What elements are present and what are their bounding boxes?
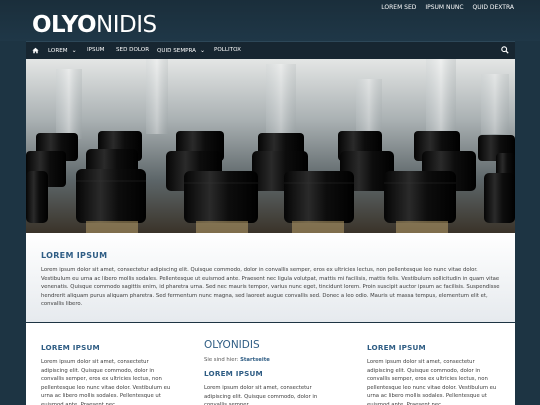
column-right: LOREM IPSUM Lorem ipsum dolor sit amet, … — [367, 343, 497, 405]
nav-item-lorem-label: LOREM — [48, 48, 68, 54]
breadcrumb: Sie sind hier: Startseite — [204, 357, 334, 363]
nav-item-ipsum[interactable]: IPSUM — [87, 42, 105, 59]
column-middle: OLYONIDIS Sie sind hier: Startseite LORE… — [204, 339, 334, 405]
hero-image — [26, 59, 515, 233]
topnav-link-quid-dextra[interactable]: QUID DEXTRA — [472, 4, 514, 11]
intro-section: LOREM IPSUM Lorem ipsum dolor sit amet, … — [26, 233, 515, 322]
chevron-down-icon: ⌄ — [200, 47, 206, 54]
breadcrumb-prefix: Sie sind hier: — [204, 357, 239, 363]
logo-light-text: NIDIS — [96, 12, 157, 38]
site-logo[interactable]: OLYONIDIS — [32, 11, 157, 39]
nav-item-sed-dolor-label: SED DOLOR — [116, 47, 150, 53]
column-left: LOREM IPSUM Lorem ipsum dolor sit amet, … — [41, 343, 171, 405]
nav-item-quid-sempra[interactable]: QUID SEMPRA ⌄ — [157, 42, 205, 59]
nav-item-pollitox[interactable]: POLLITOX — [214, 42, 241, 59]
site-header: OLYONIDIS LOREM SED IPSUM NUNC QUID DEXT… — [0, 0, 540, 41]
nav-item-quid-sempra-label: QUID SEMPRA — [157, 48, 197, 54]
column-right-text: Lorem ipsum dolor sit amet, consectetur … — [367, 359, 497, 405]
nav-item-sed-dolor[interactable]: SED DOLOR — [116, 42, 149, 59]
page-title: OLYONIDIS — [204, 339, 260, 351]
column-left-heading: LOREM IPSUM — [41, 343, 100, 352]
nav-item-lorem[interactable]: LOREM ⌄ — [48, 42, 77, 59]
logo-bold-text: OLYO — [32, 12, 97, 38]
column-right-heading: LOREM IPSUM — [367, 343, 426, 352]
nav-item-pollitox-label: POLLITOX — [214, 47, 241, 53]
topnav-link-ipsum-nunc[interactable]: IPSUM NUNC — [425, 4, 463, 11]
search-icon[interactable] — [501, 46, 509, 54]
breadcrumb-link-startseite[interactable]: Startseite — [240, 357, 270, 363]
main-navbar: LOREM ⌄ IPSUM SED DOLOR QUID SEMPRA ⌄ POLL… — [26, 41, 515, 59]
nav-item-ipsum-label: IPSUM — [87, 47, 105, 53]
intro-heading: LOREM IPSUM — [41, 251, 108, 260]
chevron-down-icon: ⌄ — [71, 47, 77, 54]
column-middle-heading: LOREM IPSUM — [204, 369, 263, 378]
three-column-section: LOREM IPSUM Lorem ipsum dolor sit amet, … — [26, 323, 515, 405]
column-middle-text: Lorem ipsum dolor sit amet, consectetur … — [204, 385, 318, 405]
bottles-photo — [26, 59, 515, 233]
intro-text: Lorem ipsum dolor sit amet, consectetur … — [41, 267, 500, 307]
home-icon[interactable] — [32, 47, 39, 54]
top-navigation: LOREM SED IPSUM NUNC QUID DEXTRA — [374, 4, 514, 11]
column-left-text: Lorem ipsum dolor sit amet, consectetur … — [41, 359, 171, 405]
topnav-link-lorem-sed[interactable]: LOREM SED — [381, 4, 416, 11]
